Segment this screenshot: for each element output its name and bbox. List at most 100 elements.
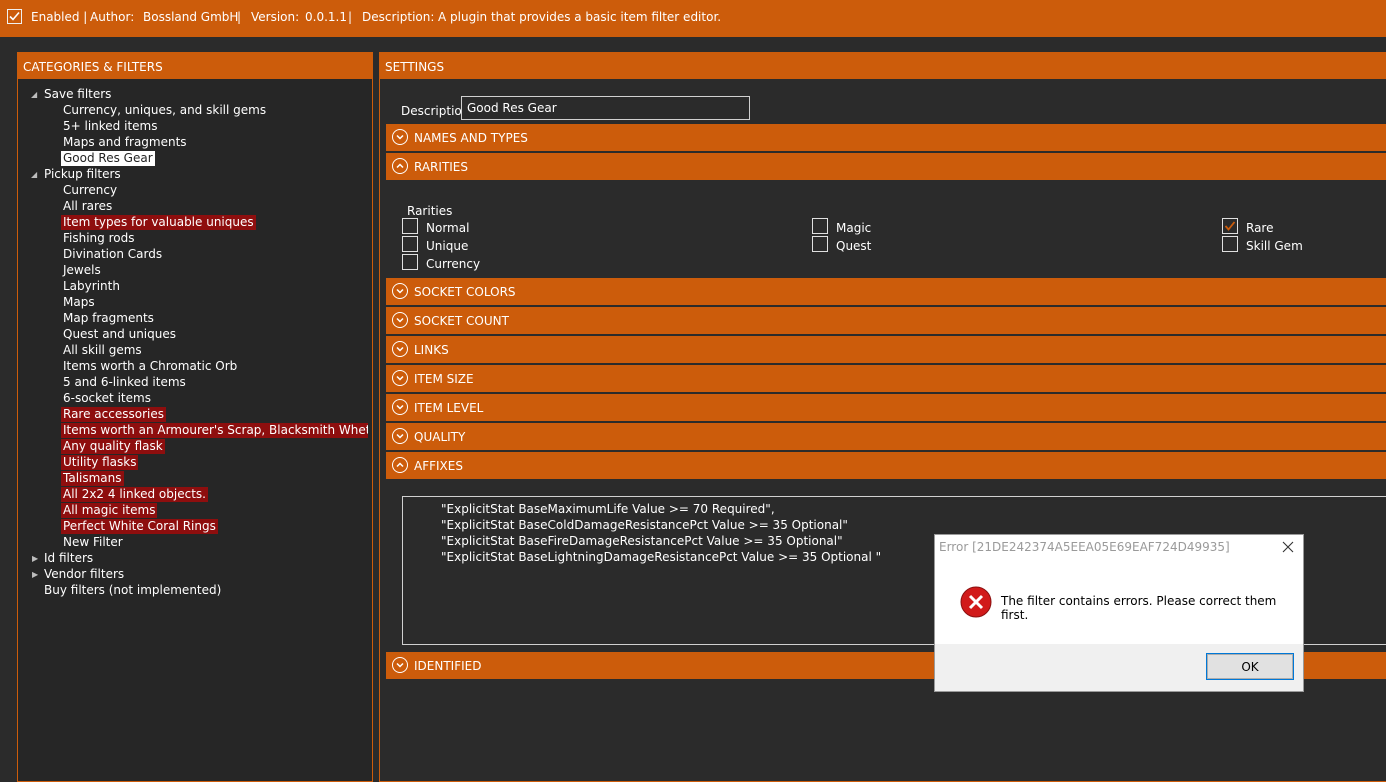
section-item-size[interactable]: ITEM SIZE <box>386 365 1386 392</box>
affix-line: "ExplicitStat BaseLightningDamageResista… <box>441 550 882 564</box>
tree-group[interactable]: Vendor filters <box>44 567 124 582</box>
section-rarities[interactable]: RARITIES <box>386 153 1386 180</box>
categories-panel: CATEGORIES & FILTERS ◢ Save filters Curren… <box>17 52 373 782</box>
affix-line: "ExplicitStat BaseFireDamageResistancePc… <box>441 534 843 548</box>
settings-header: SETTINGS <box>380 53 1386 79</box>
enabled-checkbox[interactable] <box>7 9 22 24</box>
rarity-currency-checkbox[interactable] <box>402 254 418 270</box>
section-socket-colors[interactable]: SOCKET COLORS <box>386 278 1386 305</box>
rarity-quest-checkbox[interactable] <box>812 236 828 252</box>
tree-filter-item[interactable]: Perfect White Coral Rings <box>61 519 218 534</box>
tree-filter-item[interactable]: Currency <box>63 183 117 198</box>
rarity-rare-checkbox[interactable] <box>1222 218 1238 234</box>
dialog-footer: OK <box>935 644 1303 691</box>
rarity-normal-label: Normal <box>426 221 470 235</box>
tree-filter-item[interactable]: Rare accessories <box>61 407 166 422</box>
tree-filter-item[interactable]: Good Res Gear <box>61 151 155 166</box>
rarity-magic-checkbox[interactable] <box>812 218 828 234</box>
tree-expanded-icon[interactable]: ◢ <box>31 90 37 99</box>
author-value: Bossland GmbH <box>143 10 239 24</box>
tree-filter-item[interactable]: Jewels <box>63 263 101 278</box>
tree-filter-item[interactable]: Items worth an Armourer's Scrap, Blacksm… <box>61 423 368 438</box>
tree-group[interactable]: Pickup filters <box>44 167 121 182</box>
expand-chevron-icon[interactable] <box>392 312 408 328</box>
checkmark-icon <box>9 11 20 21</box>
section-label: NAMES AND TYPES <box>414 131 528 145</box>
expand-chevron-icon[interactable] <box>392 341 408 357</box>
categories-header: CATEGORIES & FILTERS <box>18 53 372 79</box>
separator: | <box>348 10 353 24</box>
tree-expanded-icon[interactable]: ◢ <box>31 170 37 179</box>
author-label: Author: <box>90 10 135 24</box>
section-label: IDENTIFIED <box>414 659 482 673</box>
rarity-unique-label: Unique <box>426 239 469 253</box>
section-label: RARITIES <box>414 160 469 174</box>
section-label: SOCKET COUNT <box>414 314 509 328</box>
rarities-group-label: Rarities <box>407 204 453 218</box>
version-label: Version: <box>251 10 300 24</box>
tree-filter-item[interactable]: Maps and fragments <box>63 135 187 150</box>
tree-collapsed-icon[interactable]: ▶ <box>32 554 38 563</box>
section-socket-count[interactable]: SOCKET COUNT <box>386 307 1386 334</box>
tree-group[interactable]: Id filters <box>44 551 93 566</box>
tree-filter-item[interactable]: Fishing rods <box>63 231 134 246</box>
rarity-rare-label: Rare <box>1246 221 1274 235</box>
enabled-label: Enabled | <box>31 10 88 24</box>
tree-filter-item[interactable]: 6-socket items <box>63 391 151 406</box>
ok-button[interactable]: OK <box>1206 653 1294 680</box>
tree-filter-item[interactable]: Maps <box>63 295 95 310</box>
tree-filter-item[interactable]: 5+ linked items <box>63 119 157 134</box>
description-input[interactable] <box>461 96 750 120</box>
tree-filter-item[interactable]: All rares <box>63 199 112 214</box>
tree-group[interactable]: Save filters <box>44 87 111 102</box>
tree-filter-item[interactable]: Currency, uniques, and skill gems <box>63 103 266 118</box>
tree-filter-item[interactable]: New Filter <box>63 535 123 550</box>
rarity-quest-label: Quest <box>836 239 872 253</box>
expand-chevron-icon[interactable] <box>392 370 408 386</box>
tree-filter-item[interactable]: Quest and uniques <box>63 327 176 342</box>
plugin-info-bar: Enabled | Author: Bossland GmbH | Versio… <box>0 0 1386 37</box>
section-label: QUALITY <box>414 430 466 444</box>
checkmark-icon <box>1224 221 1236 231</box>
version-value: 0.0.1.1 <box>305 10 347 24</box>
section-names-and-types[interactable]: NAMES AND TYPES <box>386 124 1386 151</box>
section-label: ITEM LEVEL <box>414 401 484 415</box>
tree-filter-item[interactable]: Utility flasks <box>61 455 139 470</box>
tree-filter-item[interactable]: All skill gems <box>63 343 142 358</box>
tree-filter-item[interactable]: All magic items <box>61 503 158 518</box>
section-quality[interactable]: QUALITY <box>386 423 1386 450</box>
section-label: AFFIXES <box>414 459 463 473</box>
rarity-currency-label: Currency <box>426 257 481 271</box>
section-affixes[interactable]: AFFIXES <box>386 452 1386 479</box>
tree-filter-item[interactable]: Items worth a Chromatic Orb <box>63 359 237 374</box>
tree-filter-item[interactable]: 5 and 6-linked items <box>63 375 186 390</box>
tree-filter-item[interactable]: Item types for valuable uniques <box>61 215 256 230</box>
tree-filter-item[interactable]: Any quality flask <box>61 439 165 454</box>
tree-filter-item[interactable]: Divination Cards <box>63 247 162 262</box>
rarity-unique-checkbox[interactable] <box>402 236 418 252</box>
error-dialog: Error [21DE242374A5EEA05E69EAF724D49935]… <box>934 534 1304 692</box>
section-label: SOCKET COLORS <box>414 285 516 299</box>
section-links[interactable]: LINKS <box>386 336 1386 363</box>
description-field-label: Description <box>401 104 470 118</box>
close-icon[interactable] <box>1278 538 1298 556</box>
tree-filter-item[interactable]: Map fragments <box>63 311 154 326</box>
tree-filter-item[interactable]: Labyrinth <box>63 279 120 294</box>
rarity-magic-label: Magic <box>836 221 872 235</box>
collapse-chevron-icon[interactable] <box>392 457 408 473</box>
expand-chevron-icon[interactable] <box>392 283 408 299</box>
expand-chevron-icon[interactable] <box>392 428 408 444</box>
affix-line: "ExplicitStat BaseMaximumLife Value >= 7… <box>441 502 775 516</box>
rarity-normal-checkbox[interactable] <box>402 218 418 234</box>
tree-filter-item[interactable]: Talismans <box>61 471 124 486</box>
section-item-level[interactable]: ITEM LEVEL <box>386 394 1386 421</box>
expand-chevron-icon[interactable] <box>392 129 408 145</box>
rarity-skill-gem-checkbox[interactable] <box>1222 236 1238 252</box>
collapse-chevron-icon[interactable] <box>392 158 408 174</box>
expand-chevron-icon[interactable] <box>392 399 408 415</box>
tree-collapsed-icon[interactable]: ▶ <box>32 570 38 579</box>
description-label: Description: <box>362 10 435 24</box>
tree-filter-item[interactable]: All 2x2 4 linked objects. <box>61 487 208 502</box>
tree-group[interactable]: Buy filters (not implemented) <box>44 583 221 598</box>
expand-chevron-icon[interactable] <box>392 657 408 673</box>
